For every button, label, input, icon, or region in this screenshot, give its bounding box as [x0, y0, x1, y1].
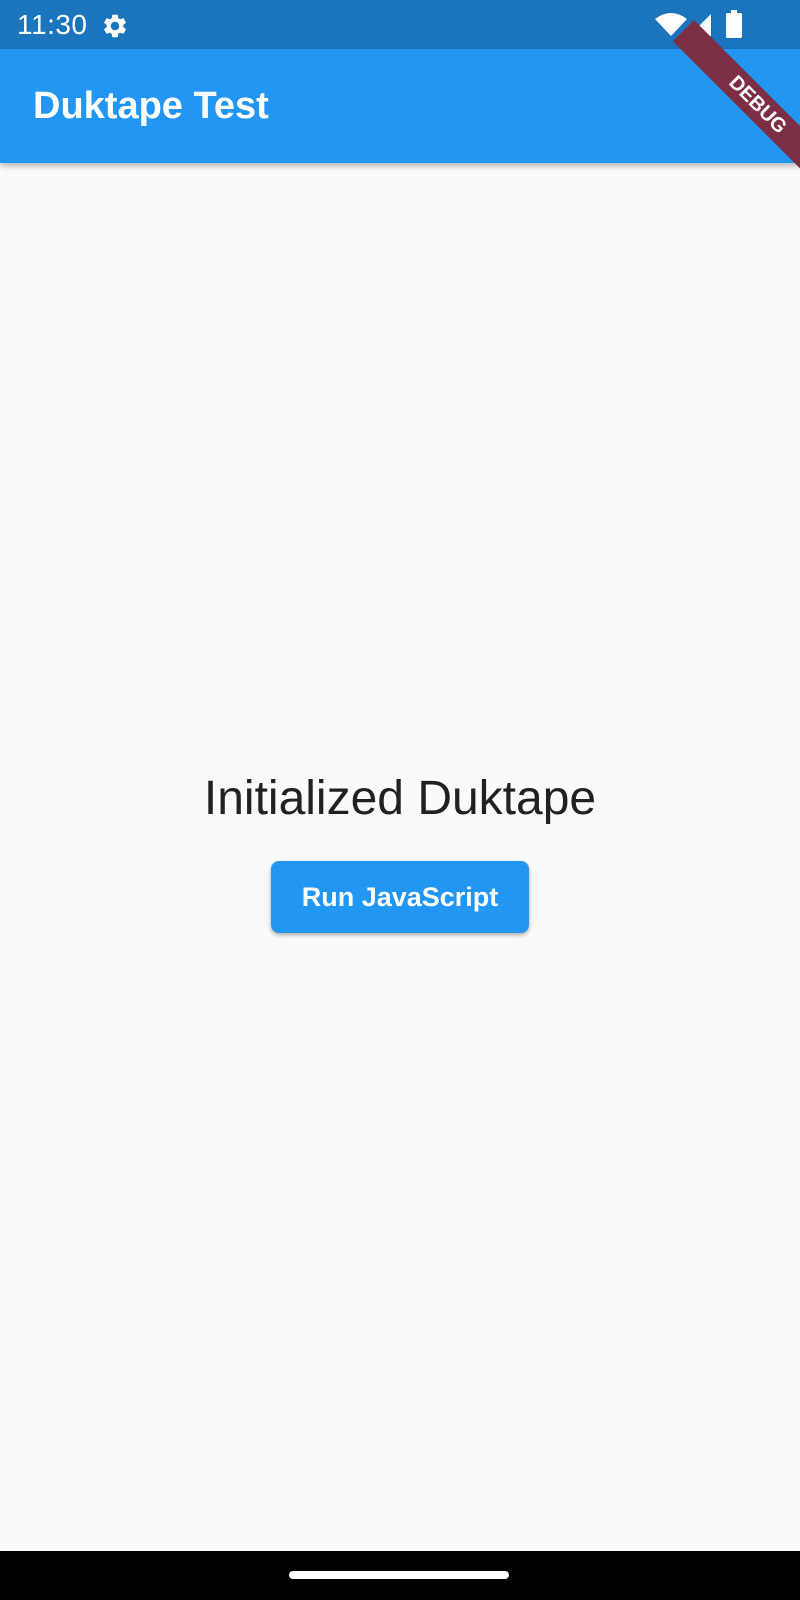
app-bar: Duktape Test: [0, 49, 800, 163]
wifi-icon: [655, 13, 687, 36]
status-time: 11:30: [17, 9, 88, 40]
home-gesture-handle[interactable]: [289, 1571, 509, 1579]
status-bar: 11:30: [0, 0, 800, 49]
app-title: Duktape Test: [33, 85, 269, 127]
run-javascript-button[interactable]: Run JavaScript: [271, 861, 529, 933]
battery-icon: [726, 10, 742, 38]
gear-icon: [104, 14, 126, 38]
signal-icon: [689, 14, 711, 36]
status-message: Initialized Duktape: [203, 772, 597, 825]
app-screen: 11:30 Duktape Test DEBUG Initialized Duk…: [0, 0, 800, 1600]
